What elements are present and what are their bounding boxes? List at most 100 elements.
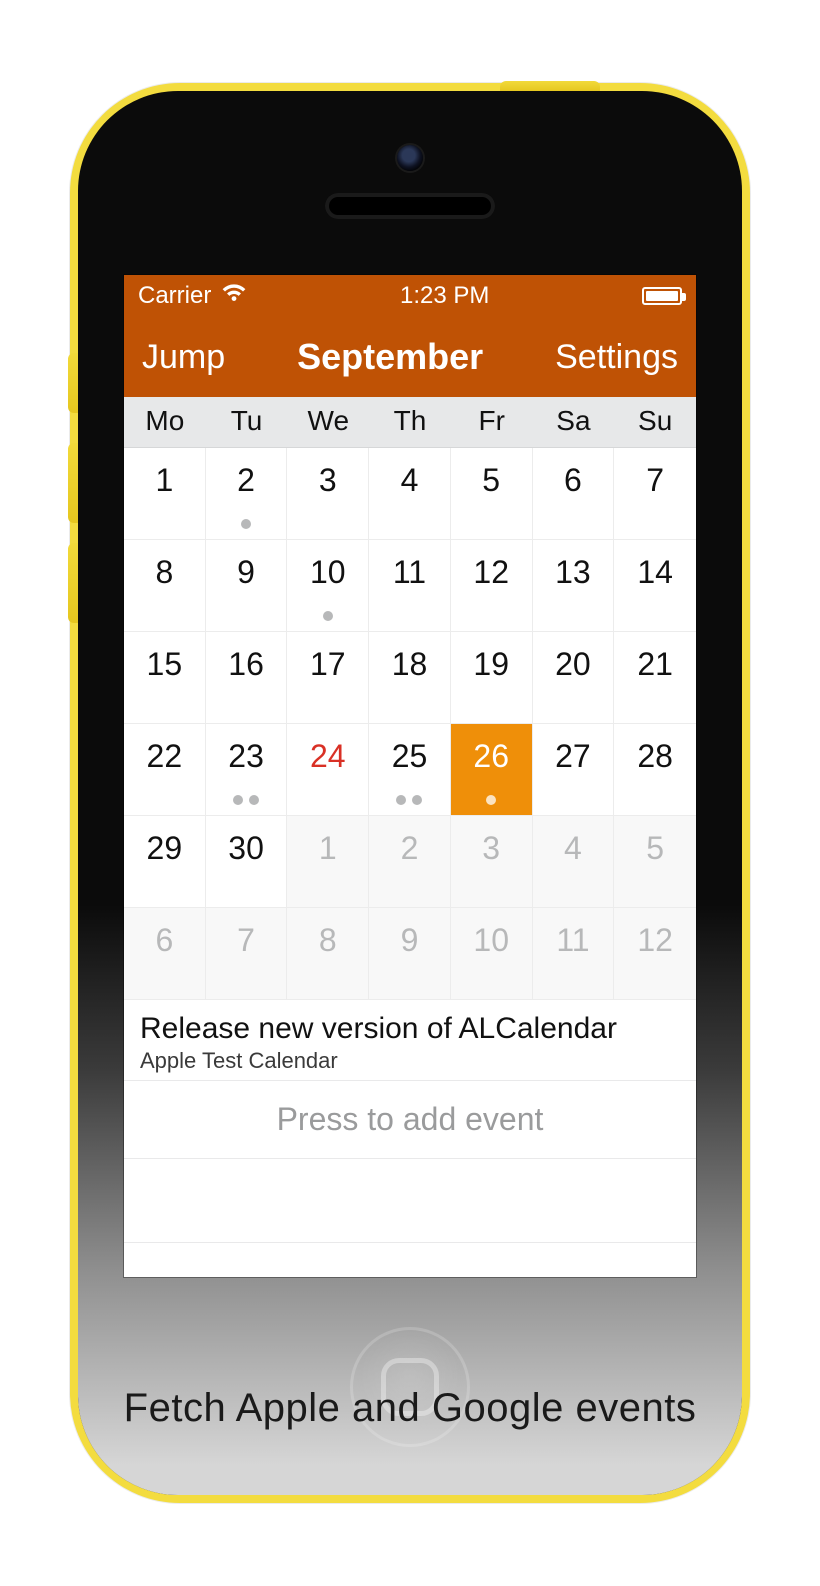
day-number: 8 — [319, 908, 337, 959]
calendar-day[interactable]: 15 — [124, 632, 206, 724]
calendar-day[interactable]: 27 — [533, 724, 615, 816]
calendar-day[interactable]: 21 — [614, 632, 696, 724]
clock-label: 1:23 PM — [400, 282, 489, 310]
day-number: 4 — [401, 448, 419, 499]
weekday-header: MoTuWeThFrSaSu — [124, 397, 696, 448]
calendar-day[interactable]: 9 — [206, 540, 288, 632]
weekday-label: Sa — [533, 397, 615, 447]
calendar-day[interactable]: 11 — [369, 540, 451, 632]
event-indicator — [287, 611, 368, 621]
calendar-day[interactable]: 7 — [206, 908, 288, 1000]
calendar-day[interactable]: 29 — [124, 816, 206, 908]
calendar-day[interactable]: 3 — [451, 816, 533, 908]
calendar-day[interactable]: 25 — [369, 724, 451, 816]
phone-frame: Carrier 1:23 PM Jump September Settings … — [70, 83, 750, 1503]
event-title: Release new version of ALCalendar — [140, 1012, 680, 1046]
calendar-day[interactable]: 6 — [533, 448, 615, 540]
day-number: 21 — [637, 632, 673, 683]
calendar-day[interactable]: 19 — [451, 632, 533, 724]
calendar-day[interactable]: 1 — [287, 816, 369, 908]
battery-icon — [642, 287, 682, 305]
calendar-day[interactable]: 8 — [287, 908, 369, 1000]
calendar-day[interactable]: 11 — [533, 908, 615, 1000]
wifi-icon — [221, 282, 247, 310]
calendar-day[interactable]: 5 — [614, 816, 696, 908]
jump-button[interactable]: Jump — [142, 338, 225, 377]
power-button — [500, 81, 600, 91]
home-button — [350, 1327, 470, 1447]
day-number: 30 — [228, 816, 264, 867]
day-number: 9 — [237, 540, 255, 591]
weekday-label: Fr — [451, 397, 533, 447]
day-number: 23 — [228, 724, 264, 775]
carrier-label: Carrier — [138, 282, 211, 310]
event-indicator — [369, 795, 450, 805]
day-number: 7 — [237, 908, 255, 959]
volume-down-button — [68, 543, 78, 623]
calendar-day[interactable]: 12 — [614, 908, 696, 1000]
calendar-day[interactable]: 18 — [369, 632, 451, 724]
calendar-day[interactable]: 22 — [124, 724, 206, 816]
calendar-day[interactable]: 10 — [451, 908, 533, 1000]
day-number: 12 — [637, 908, 673, 959]
calendar-day[interactable]: 23 — [206, 724, 288, 816]
front-camera — [397, 145, 423, 171]
day-number: 6 — [564, 448, 582, 499]
calendar-day[interactable]: 28 — [614, 724, 696, 816]
event-calendar: Apple Test Calendar — [140, 1048, 680, 1074]
day-number: 26 — [473, 724, 509, 775]
calendar-day[interactable]: 20 — [533, 632, 615, 724]
day-number: 3 — [319, 448, 337, 499]
settings-button[interactable]: Settings — [555, 338, 678, 377]
event-list: Release new version of ALCalendar Apple … — [124, 1000, 696, 1277]
calendar-day[interactable]: 14 — [614, 540, 696, 632]
calendar-day[interactable]: 13 — [533, 540, 615, 632]
earpiece-speaker — [325, 193, 495, 219]
list-row-empty — [124, 1243, 696, 1277]
calendar-day[interactable]: 16 — [206, 632, 288, 724]
calendar-day[interactable]: 2 — [206, 448, 288, 540]
calendar-day[interactable]: 8 — [124, 540, 206, 632]
day-number: 3 — [482, 816, 500, 867]
event-indicator — [206, 795, 287, 805]
add-event-button[interactable]: Press to add event — [124, 1081, 696, 1159]
day-number: 18 — [392, 632, 428, 683]
day-number: 29 — [147, 816, 183, 867]
day-number: 1 — [319, 816, 337, 867]
day-number: 13 — [555, 540, 591, 591]
day-number: 2 — [401, 816, 419, 867]
event-indicator — [206, 519, 287, 529]
calendar-day[interactable]: 4 — [369, 448, 451, 540]
event-indicator — [451, 795, 532, 805]
list-row-empty — [124, 1159, 696, 1243]
calendar-day[interactable]: 4 — [533, 816, 615, 908]
calendar-day[interactable]: 1 — [124, 448, 206, 540]
day-number: 10 — [310, 540, 346, 591]
day-number: 20 — [555, 632, 591, 683]
weekday-label: Mo — [124, 397, 206, 447]
calendar-day[interactable]: 5 — [451, 448, 533, 540]
volume-up-button — [68, 443, 78, 523]
calendar-day[interactable]: 30 — [206, 816, 288, 908]
day-number: 27 — [555, 724, 591, 775]
day-number: 14 — [637, 540, 673, 591]
day-number: 11 — [393, 540, 426, 591]
weekday-label: Th — [369, 397, 451, 447]
event-row[interactable]: Release new version of ALCalendar Apple … — [124, 1000, 696, 1081]
day-number: 15 — [147, 632, 183, 683]
calendar-day[interactable]: 9 — [369, 908, 451, 1000]
calendar-day[interactable]: 26 — [451, 724, 533, 816]
calendar-day[interactable]: 24 — [287, 724, 369, 816]
weekday-label: Tu — [206, 397, 288, 447]
nav-bar: Jump September Settings — [124, 317, 696, 397]
calendar-day[interactable]: 7 — [614, 448, 696, 540]
nav-title: September — [297, 336, 483, 378]
calendar-day[interactable]: 17 — [287, 632, 369, 724]
calendar-day[interactable]: 3 — [287, 448, 369, 540]
calendar-day[interactable]: 10 — [287, 540, 369, 632]
calendar-day[interactable]: 12 — [451, 540, 533, 632]
day-number: 1 — [155, 448, 173, 499]
calendar-day[interactable]: 2 — [369, 816, 451, 908]
calendar-day[interactable]: 6 — [124, 908, 206, 1000]
day-number: 5 — [646, 816, 664, 867]
